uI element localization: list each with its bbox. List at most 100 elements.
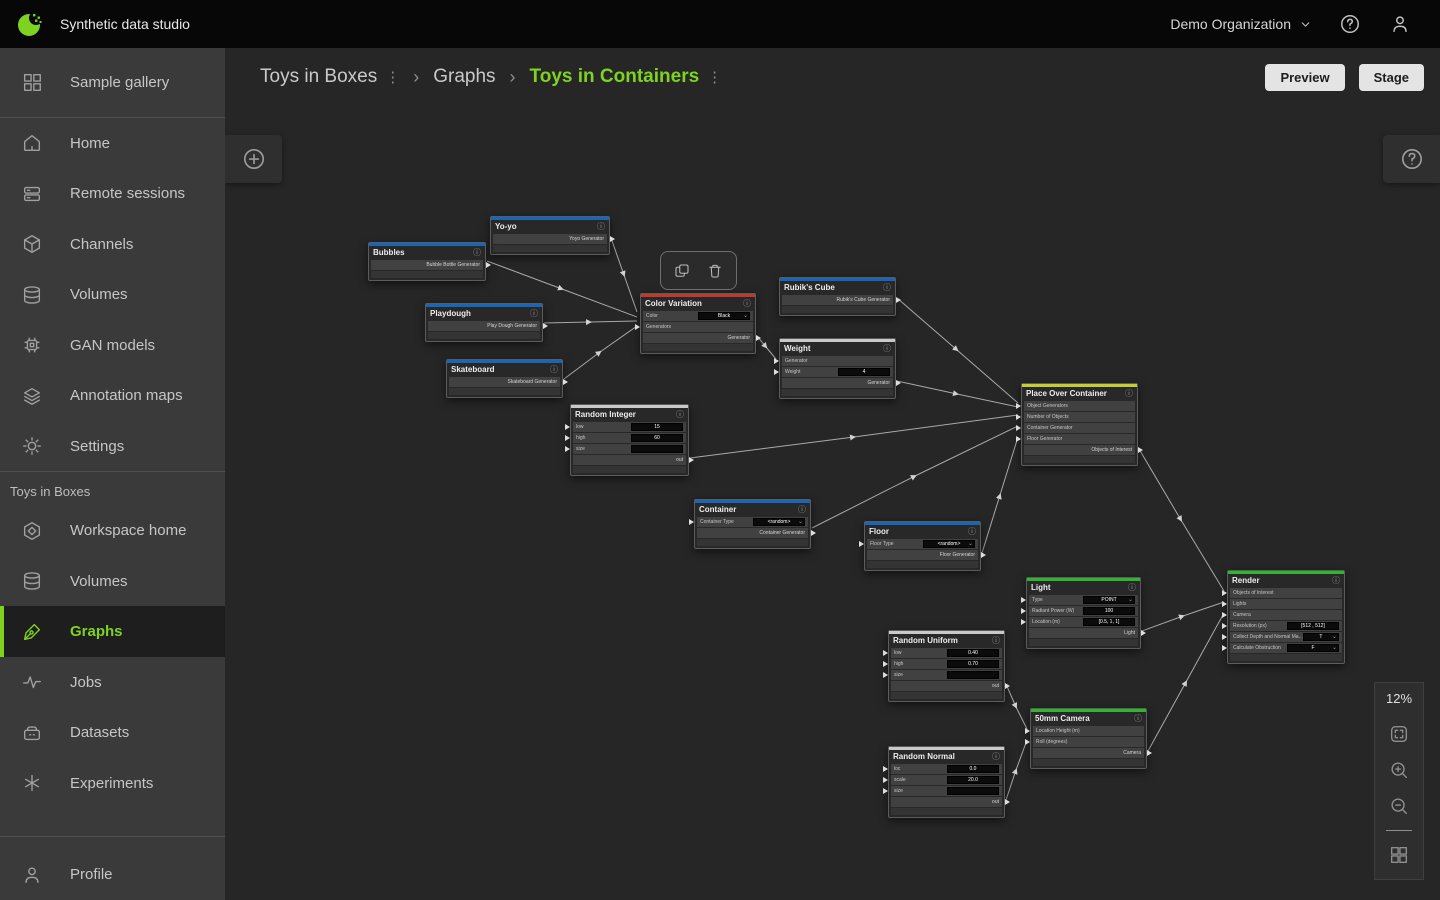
org-switcher[interactable]: Demo Organization — [1170, 16, 1312, 32]
node-row-high[interactable]: high 0.70 — [883, 659, 1002, 669]
info-icon[interactable]: ⓘ — [530, 308, 538, 319]
add-node-button[interactable] — [225, 135, 282, 183]
param-value[interactable]: 60 — [631, 434, 683, 442]
info-icon[interactable]: ⓘ — [1332, 575, 1340, 586]
input-port[interactable] — [774, 369, 779, 375]
output-port[interactable] — [896, 380, 901, 386]
param-value[interactable]: [512 , 512] — [1287, 622, 1339, 630]
help-button[interactable] — [1338, 12, 1362, 36]
info-icon[interactable]: ⓘ — [473, 247, 481, 258]
graph-node-color-variation[interactable]: Color Variation ⓘ Color Black ⌄ Generators Gen… — [635, 293, 761, 354]
user-menu-button[interactable] — [1388, 12, 1412, 36]
output-port[interactable] — [1147, 750, 1152, 756]
stage-button[interactable]: Stage — [1358, 63, 1424, 91]
input-port[interactable] — [1222, 645, 1227, 651]
graph-node-render[interactable]: Render ⓘ Objects of Interest Lights Camera Re… — [1222, 570, 1345, 664]
info-icon[interactable]: ⓘ — [597, 221, 605, 232]
output-port[interactable] — [981, 552, 986, 558]
input-port[interactable] — [774, 358, 779, 364]
graph-node-place-over-container[interactable]: Place Over Container ⓘ Object Generators Nu… — [1016, 383, 1143, 466]
node-row-low[interactable]: low 15 — [565, 422, 686, 432]
output-port[interactable] — [486, 262, 491, 268]
sidebar-item-datasets[interactable]: Datasets — [0, 707, 225, 758]
graph-node-container[interactable]: Container ⓘ Container Type <random> ⌄ Contain… — [689, 499, 816, 549]
output-port[interactable] — [689, 457, 694, 463]
app-logo-icon[interactable] — [0, 9, 60, 39]
graph-node-rubiks-cube[interactable]: Rubik's Cube ⓘ Rubik's Cube Generator — [779, 277, 901, 316]
param-value[interactable]: F ⌄ — [1287, 644, 1339, 652]
graph-node-random-integer[interactable]: Random Integer ⓘ low 15 high 60 size out — [565, 404, 694, 476]
output-port[interactable] — [1005, 799, 1010, 805]
param-value[interactable]: <random> ⌄ — [923, 540, 975, 548]
kebab-menu-icon[interactable]: ⋮ — [385, 68, 400, 86]
node-row-low[interactable]: low 0.40 — [883, 648, 1002, 658]
canvas-help-button[interactable] — [1383, 135, 1440, 183]
node-row-high[interactable]: high 60 — [565, 433, 686, 443]
info-icon[interactable]: ⓘ — [1128, 582, 1136, 593]
node-row-size[interactable]: size — [883, 670, 1002, 680]
input-port[interactable] — [883, 672, 888, 678]
node-row-size[interactable]: size — [883, 786, 1002, 796]
sidebar-item-workspace-home[interactable]: Workspace home — [0, 505, 225, 556]
node-row-loc[interactable]: loc 0.0 — [883, 764, 1002, 774]
output-port[interactable] — [756, 335, 761, 341]
node-row-size[interactable]: size — [565, 444, 686, 454]
input-port[interactable] — [1222, 634, 1227, 640]
param-value[interactable]: T ⌄ — [1302, 633, 1339, 641]
output-port[interactable] — [896, 297, 901, 303]
info-icon[interactable]: ⓘ — [743, 298, 751, 309]
output-port[interactable] — [1005, 683, 1010, 689]
node-row-weight[interactable]: Weight 4 — [774, 367, 893, 377]
zoom-out-button[interactable] — [1384, 788, 1414, 824]
input-port[interactable] — [565, 435, 570, 441]
input-port[interactable] — [1222, 612, 1227, 618]
graph-node-yoyo[interactable]: Yo-yo ⓘ Yoyo Generator — [490, 216, 615, 255]
sidebar-item-sample-gallery[interactable]: Sample gallery — [0, 48, 225, 117]
input-port[interactable] — [1025, 728, 1030, 734]
sidebar-item-experiments[interactable]: Experiments — [0, 758, 225, 809]
graph-node-camera-50mm[interactable]: 50mm Camera ⓘ Location Height (m) Roll (deg… — [1025, 708, 1152, 769]
sidebar-item-channels[interactable]: Channels — [0, 219, 225, 270]
input-port[interactable] — [883, 788, 888, 794]
graph-node-bubbles[interactable]: Bubbles ⓘ Bubble Bottle Generator — [368, 242, 491, 281]
param-value[interactable]: <random> ⌄ — [753, 518, 805, 526]
param-value[interactable]: Black ⌄ — [698, 312, 750, 320]
node-row-radiant-power-w-[interactable]: Radiant Power (W) 100 — [1021, 606, 1138, 616]
info-icon[interactable]: ⓘ — [992, 751, 1000, 762]
input-port[interactable] — [883, 661, 888, 667]
param-value[interactable]: 4 — [838, 368, 890, 376]
graph-node-light[interactable]: Light ⓘ Type POINT ⌄ Radiant Power (W) 100 Loca… — [1021, 577, 1146, 649]
param-value[interactable]: 15 — [631, 423, 683, 431]
output-port[interactable] — [1141, 630, 1146, 636]
input-port[interactable] — [565, 446, 570, 452]
output-port[interactable] — [563, 379, 568, 385]
param-value[interactable] — [947, 787, 999, 795]
sidebar-item-settings[interactable]: Settings — [0, 421, 225, 472]
sidebar-item-gan-models[interactable]: GAN models — [0, 320, 225, 371]
info-icon[interactable]: ⓘ — [676, 409, 684, 420]
graph-node-random-normal[interactable]: Random Normal ⓘ loc 0.0 scale 20.0 size out — [883, 746, 1010, 818]
node-row-type[interactable]: Type POINT ⌄ — [1021, 595, 1138, 605]
sidebar-item-annotation-maps[interactable]: Annotation maps — [0, 370, 225, 421]
param-value[interactable]: [0.5, 1, 1] — [1083, 618, 1135, 626]
param-value[interactable]: 0.0 — [947, 765, 999, 773]
node-row-calculate-obstruction[interactable]: Calculate Obstruction F ⌄ — [1222, 643, 1342, 653]
input-port[interactable] — [1021, 608, 1026, 614]
output-port[interactable] — [1138, 447, 1143, 453]
input-port[interactable] — [1021, 597, 1026, 603]
sidebar-item-workspace-volumes[interactable]: Volumes — [0, 556, 225, 607]
breadcrumb-current-graph[interactable]: Toys in Containers — [530, 66, 700, 88]
minimap-toggle-button[interactable] — [1384, 837, 1414, 873]
param-value[interactable]: POINT ⌄ — [1083, 596, 1135, 604]
preview-button[interactable]: Preview — [1265, 63, 1345, 91]
input-port[interactable] — [565, 424, 570, 430]
node-row-container-type[interactable]: Container Type <random> ⌄ — [689, 517, 808, 527]
fit-view-button[interactable] — [1384, 716, 1414, 752]
graph-node-floor[interactable]: Floor ⓘ Floor Type <random> ⌄ Floor Generator — [859, 521, 986, 571]
info-icon[interactable]: ⓘ — [968, 526, 976, 537]
output-port[interactable] — [610, 236, 615, 242]
input-port[interactable] — [635, 324, 640, 330]
param-value[interactable]: 0.70 — [947, 660, 999, 668]
graph-node-skateboard[interactable]: Skateboard ⓘ Skateboard Generator — [446, 359, 568, 398]
node-row-collect-depth-and-normal-ma-[interactable]: Collect Depth and Normal Ma... T ⌄ — [1222, 632, 1342, 642]
